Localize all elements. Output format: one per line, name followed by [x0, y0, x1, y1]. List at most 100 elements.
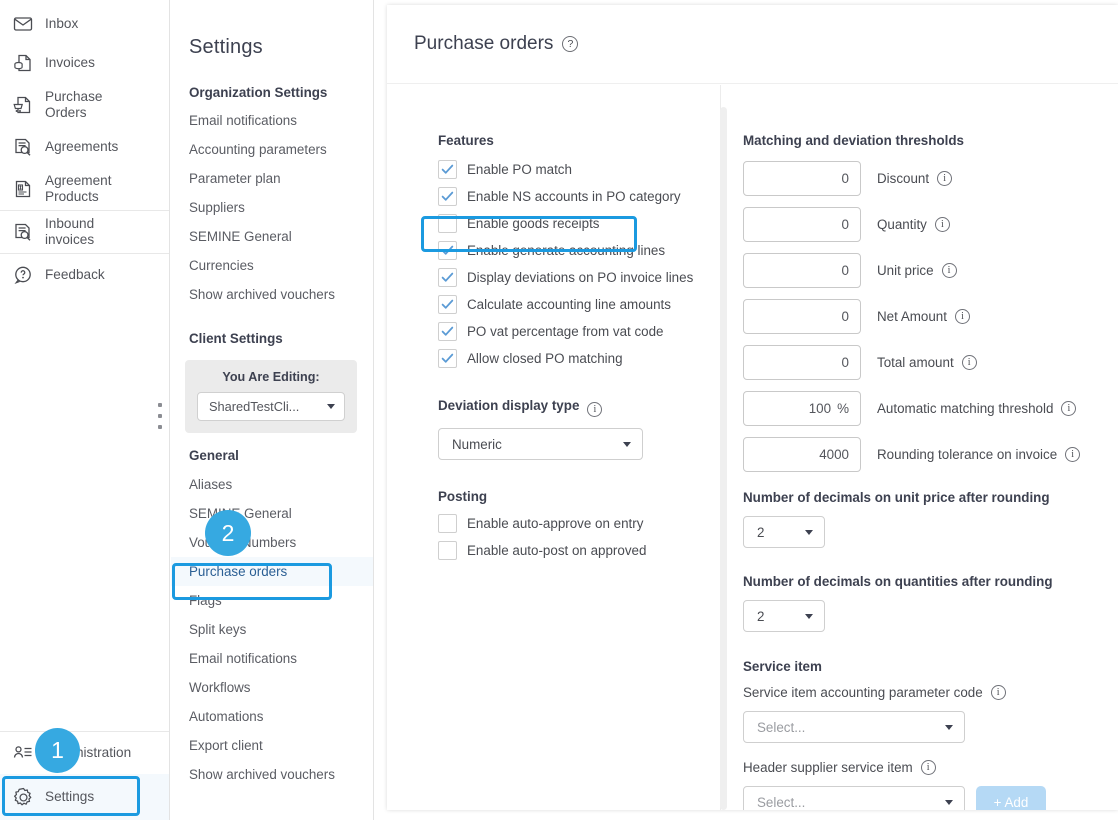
thresholds-column: Matching and deviation thresholds 0 Disc… [721, 85, 1118, 810]
info-icon[interactable]: i [962, 355, 977, 370]
automatic-matching-threshold-input[interactable]: 100% [743, 391, 861, 426]
nav-item-label: Inbox [45, 16, 78, 32]
rounding-tolerance-value: 4000 [819, 447, 849, 462]
decimals-quantities-select[interactable]: 2 [743, 600, 825, 632]
chevron-down-icon [805, 530, 813, 535]
automatic-matching-threshold-label-text: Automatic matching threshold [877, 401, 1053, 416]
info-icon[interactable]: i [937, 171, 952, 186]
checkbox-enable-auto-approve-on-entry[interactable]: Enable auto-approve on entry [387, 510, 720, 537]
organization-settings-heading: Organization Settings [171, 59, 373, 100]
content-scrollbar[interactable] [720, 107, 727, 810]
nav-item-purchase-orders[interactable]: Purchase Orders [0, 84, 169, 126]
checkbox-enable-po-match[interactable]: Enable PO match [387, 156, 720, 183]
sidebar-item-semine-general[interactable]: SEMINE General [171, 222, 373, 251]
chevron-down-icon [945, 725, 953, 730]
info-icon[interactable]: i [991, 685, 1006, 700]
info-icon[interactable]: i [1061, 401, 1076, 416]
deviation-display-type-select[interactable]: Numeric [438, 428, 643, 460]
checkbox-label: Enable NS accounts in PO category [467, 189, 681, 204]
handle-dot [158, 403, 162, 407]
checkbox-enable-generate-accounting-lines[interactable]: Enable generate accounting lines [387, 237, 720, 264]
info-icon[interactable]: i [955, 309, 970, 324]
nav-item-inbound-invoices[interactable]: Inbound invoices [0, 211, 169, 253]
sidebar-item-flags[interactable]: Flags [171, 586, 373, 615]
posting-heading: Posting [387, 489, 720, 504]
service-item-param-code-label-text: Service item accounting parameter code [743, 685, 983, 700]
sidebar-item-purchase-orders[interactable]: Purchase orders [171, 557, 373, 586]
sidebar-item-currencies[interactable]: Currencies [171, 251, 373, 280]
features-heading: Features [387, 133, 720, 148]
sidebar-item-workflows[interactable]: Workflows [171, 673, 373, 702]
sidebar-item-email-notifications[interactable]: Email notifications [171, 100, 373, 135]
checkbox-allow-closed-po-matching[interactable]: Allow closed PO matching [387, 345, 720, 372]
quantity-input[interactable]: 0 [743, 207, 861, 242]
left-navigation: Inbox Invoices Purchase Orders Agreement… [0, 0, 170, 820]
discount-label: Discounti [877, 171, 952, 186]
sidebar-item-suppliers[interactable]: Suppliers [171, 193, 373, 222]
rounding-tolerance-input[interactable]: 4000 [743, 437, 861, 472]
net-amount-input[interactable]: 0 [743, 299, 861, 334]
header-supplier-service-item-select[interactable]: Select... [743, 786, 965, 810]
checkbox-enable-auto-post-on-approved[interactable]: Enable auto-post on approved [387, 537, 720, 564]
client-select-value: SharedTestCli... [209, 399, 321, 414]
nav-item-label: Settings [45, 789, 94, 805]
sidebar-item-semine-general-client[interactable]: SEMINE General [171, 499, 373, 528]
sidebar-item-automations[interactable]: Automations [171, 702, 373, 731]
client-select[interactable]: SharedTestCli... [197, 392, 345, 421]
checkbox-display-deviations-on-po-invoice-lines[interactable]: Display deviations on PO invoice lines [387, 264, 720, 291]
checkbox-calculate-accounting-line-amounts[interactable]: Calculate accounting line amounts [387, 291, 720, 318]
sidebar-item-voucher-numbers[interactable]: Voucher Numbers [171, 528, 373, 557]
total-amount-input[interactable]: 0 [743, 345, 861, 380]
header-supplier-service-item-placeholder: Select... [757, 795, 939, 810]
checkbox-label: Allow closed PO matching [467, 351, 623, 366]
deviation-display-type-label: Deviation display typei [438, 398, 720, 417]
sidebar-item-aliases[interactable]: Aliases [171, 470, 373, 499]
sidebar-item-show-archived-vouchers[interactable]: Show archived vouchers [171, 280, 373, 309]
checkbox-unchecked-icon [438, 514, 457, 533]
chevron-down-icon [623, 442, 631, 447]
info-icon[interactable]: i [935, 217, 950, 232]
checkbox-checked-icon [438, 268, 457, 287]
sidebar-item-general[interactable]: General [171, 441, 373, 470]
sidebar-item-show-archived-vouchers-client[interactable]: Show archived vouchers [171, 760, 373, 789]
info-icon[interactable]: i [1065, 447, 1080, 462]
help-icon[interactable]: ? [562, 36, 578, 52]
nav-item-invoices[interactable]: Invoices [0, 42, 169, 84]
info-icon[interactable]: i [942, 263, 957, 278]
info-icon[interactable]: i [921, 760, 936, 775]
checkbox-enable-ns-accounts-in-po-category[interactable]: Enable NS accounts in PO category [387, 183, 720, 210]
checkbox-enable-goods-receipts[interactable]: Enable goods receipts [387, 210, 720, 237]
page-header: Purchase orders ? [387, 5, 1118, 84]
page-body: Features Enable PO match Enable NS accou… [387, 85, 1118, 810]
nav-item-settings[interactable]: Settings [0, 774, 169, 820]
administration-icon [12, 742, 34, 764]
sidebar-item-email-notifications-client[interactable]: Email notifications [171, 644, 373, 673]
invoices-document-icon [12, 52, 34, 74]
threshold-row-quantity: 0 Quantityi [743, 207, 1118, 242]
inbound-invoices-icon [12, 221, 34, 243]
sidebar-item-parameter-plan[interactable]: Parameter plan [171, 164, 373, 193]
unit-price-input[interactable]: 0 [743, 253, 861, 288]
nav-item-agreements[interactable]: Agreements [0, 126, 169, 168]
checkbox-label: Calculate accounting line amounts [467, 297, 671, 312]
decimals-unit-price-select[interactable]: 2 [743, 516, 825, 548]
info-icon[interactable]: i [587, 402, 602, 417]
sidebar-item-export-client[interactable]: Export client [171, 731, 373, 760]
service-item-param-code-select[interactable]: Select... [743, 711, 965, 743]
nav-item-feedback[interactable]: Feedback [0, 254, 169, 296]
nav-item-inbox[interactable]: Inbox [0, 0, 169, 42]
sidebar-item-accounting-parameters[interactable]: Accounting parameters [171, 135, 373, 164]
checkbox-checked-icon [438, 241, 457, 260]
checkbox-po-vat-percentage-from-vat-code[interactable]: PO vat percentage from vat code [387, 318, 720, 345]
sidebar-resize-handle[interactable] [157, 403, 163, 429]
checkbox-checked-icon [438, 322, 457, 341]
nav-item-agreement-products[interactable]: Agreement Products [0, 168, 169, 210]
nav-item-administration[interactable]: Administration [0, 732, 169, 774]
discount-input[interactable]: 0 [743, 161, 861, 196]
decimals-quantities-value: 2 [757, 609, 799, 624]
client-settings-list: General Aliases SEMINE General Voucher N… [171, 433, 373, 789]
annotation-badge-2: 2 [205, 510, 251, 556]
sidebar-item-split-keys[interactable]: Split keys [171, 615, 373, 644]
add-service-item-button[interactable]: + Add [976, 786, 1046, 810]
checkbox-checked-icon [438, 349, 457, 368]
